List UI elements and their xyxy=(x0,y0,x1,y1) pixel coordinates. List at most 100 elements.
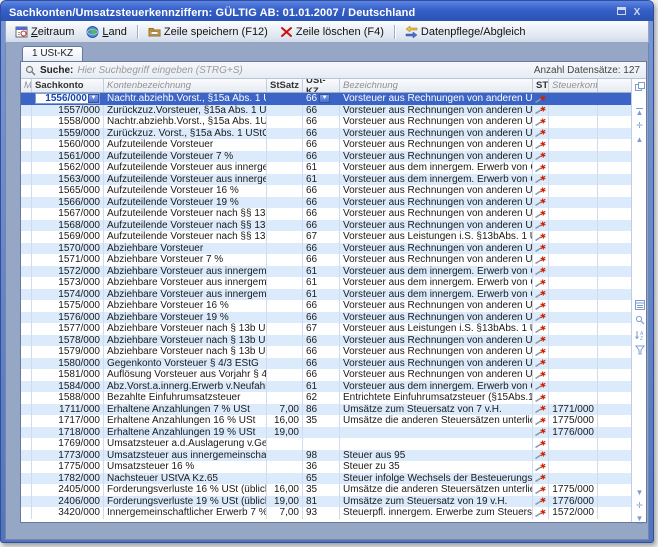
steuerkonto-cell[interactable] xyxy=(549,335,598,347)
sachkonto-cell[interactable]: 1568/000 xyxy=(32,220,104,232)
bezeichnung-cell[interactable]: Vorsteuer aus Rechnungen von anderen Unt… xyxy=(340,254,533,266)
table-row[interactable]: 1577/000Abziehbare Vorsteuer nach § 13b … xyxy=(21,323,631,335)
sachkonto-cell[interactable]: 1588/000 xyxy=(32,392,104,404)
sachkonto-cell[interactable]: 1558/000 xyxy=(32,116,104,128)
kontenbezeichnung-cell[interactable]: Abziehbare Vorsteuer aus innergemeinscha… xyxy=(104,289,267,301)
ustkz-cell[interactable]: 66 xyxy=(303,369,340,381)
ustkz-cell[interactable]: 66 xyxy=(303,151,340,163)
ustkz-cell[interactable]: 36 xyxy=(303,461,340,473)
bezeichnung-cell[interactable]: Vorsteuer aus Rechnungen von anderen Unt… xyxy=(340,116,533,128)
sort-icon[interactable]: AZ xyxy=(633,329,646,341)
sachkonto-cell[interactable]: 1556/000▼ xyxy=(32,93,104,105)
sachkonto-cell[interactable]: 1575/000 xyxy=(32,300,104,312)
steuerkonto-cell[interactable] xyxy=(549,277,598,289)
ustkz-cell[interactable]: 66 xyxy=(303,300,340,312)
sachkonto-cell[interactable]: 1718/000 xyxy=(32,427,104,439)
sachkonto-cell[interactable]: 1560/000 xyxy=(32,139,104,151)
table-row[interactable]: 1579/000Abziehbare Vorsteuer nach § 13b … xyxy=(21,346,631,358)
kontenbezeichnung-cell[interactable]: Abziehbare Vorsteuer aus innergemeinscha… xyxy=(104,277,267,289)
bezeichnung-cell[interactable]: Umsätze die anderen Steuersätzen unterli… xyxy=(340,415,533,427)
steuerkonto-cell[interactable] xyxy=(549,450,598,462)
table-row[interactable]: 1566/000Aufzuteilende Vorsteuer 19 %66Vo… xyxy=(21,197,631,209)
steuerkonto-cell[interactable] xyxy=(549,105,598,117)
kontenbezeichnung-cell[interactable]: Erhaltene Anzahlungen 7 % USt xyxy=(104,404,267,416)
ustkz-cell[interactable]: 62 xyxy=(303,392,340,404)
stsatz-cell[interactable] xyxy=(267,277,303,289)
bezeichnung-cell[interactable]: Steuer infolge Wechsels der Besteuerungs… xyxy=(340,473,533,485)
zeitraum-button[interactable]: Zeitraum xyxy=(10,25,79,39)
kontenbezeichnung-cell[interactable]: Zurückzuz. Vorst., §15a Abs. 1 UStG, unb… xyxy=(104,128,267,140)
stsatz-cell[interactable] xyxy=(267,105,303,117)
stsatz-cell[interactable] xyxy=(267,220,303,232)
stsatz-cell[interactable]: 16,00 xyxy=(267,484,303,496)
kontenbezeichnung-cell[interactable]: Aufzuteilende Vorsteuer 16 % xyxy=(104,185,267,197)
land-button[interactable]: Land xyxy=(81,25,131,39)
kontenbezeichnung-cell[interactable]: Forderungsverluste 16 % USt (übliche Höh… xyxy=(104,484,267,496)
ustkz-cell[interactable]: 35 xyxy=(303,415,340,427)
sachkonto-cell[interactable]: 1769/000 xyxy=(32,438,104,450)
bezeichnung-cell[interactable]: Vorsteuer aus Rechnungen von anderen Unt… xyxy=(340,197,533,209)
ustkz-cell[interactable]: 65 xyxy=(303,473,340,485)
bezeichnung-cell[interactable] xyxy=(340,427,533,439)
table-row[interactable]: 1769/000Umsatzsteuer a.d.Auslagerung v.G… xyxy=(21,438,631,450)
steuerkonto-cell[interactable] xyxy=(549,220,598,232)
kontenbezeichnung-cell[interactable]: Nachtr.abziehb.Vorst., §15a Abs. 1 UStG,… xyxy=(104,93,267,105)
stsatz-cell[interactable] xyxy=(267,254,303,266)
steuerkonto-cell[interactable]: 1775/000 xyxy=(549,484,598,496)
ustkz-cell[interactable]: 61 xyxy=(303,266,340,278)
sachkonto-cell[interactable]: 1717/000 xyxy=(32,415,104,427)
sachkonto-cell[interactable]: 1563/000 xyxy=(32,174,104,186)
bezeichnung-cell[interactable]: Umsätze die anderen Steuersätzen unterli… xyxy=(340,484,533,496)
bezeichnung-cell[interactable]: Vorsteuer aus dem innergem. Erwerb von G… xyxy=(340,277,533,289)
table-row[interactable]: 1588/000Bezahlte Einfuhrumsatzsteuer62En… xyxy=(21,392,631,404)
bezeichnung-cell[interactable]: Vorsteuer aus Rechnungen von anderen Unt… xyxy=(340,243,533,255)
steuerkonto-cell[interactable] xyxy=(549,208,598,220)
search-input[interactable]: Hier Suchbegriff eingeben (STRG+S) xyxy=(77,65,529,76)
ustkz-cell[interactable]: 66 xyxy=(303,312,340,324)
bezeichnung-cell[interactable]: Vorsteuer aus Rechnungen von anderen Unt… xyxy=(340,185,533,197)
kontenbezeichnung-cell[interactable]: Abziehbare Vorsteuer nach § 13b UStG 19 … xyxy=(104,323,267,335)
ustkz-cell[interactable]: 61 xyxy=(303,289,340,301)
stsatz-cell[interactable] xyxy=(267,231,303,243)
col-header-st[interactable]: ST xyxy=(533,79,549,92)
delete-row-button[interactable]: Zeile löschen (F4) xyxy=(275,25,389,39)
ustkz-cell[interactable]: 61 xyxy=(303,174,340,186)
table-row[interactable]: 1711/000Erhaltene Anzahlungen 7 % USt7,0… xyxy=(21,404,631,416)
steuerkonto-cell[interactable] xyxy=(549,300,598,312)
stsatz-cell[interactable] xyxy=(267,346,303,358)
kontenbezeichnung-cell[interactable]: Abziehbare Vorsteuer nach § 13b UStG xyxy=(104,335,267,347)
bezeichnung-cell[interactable]: Vorsteuer aus Rechnungen von anderen Unt… xyxy=(340,220,533,232)
sachkonto-cell[interactable]: 1559/000 xyxy=(32,128,104,140)
bezeichnung-cell[interactable]: Vorsteuer aus dem innergem. Erwerb von G… xyxy=(340,289,533,301)
steuerkonto-cell[interactable] xyxy=(549,358,598,370)
stsatz-cell[interactable] xyxy=(267,243,303,255)
kontenbezeichnung-cell[interactable]: Aufzuteilende Vorsteuer aus innergemeins… xyxy=(104,162,267,174)
table-row[interactable]: 1569/000Aufzuteilende Vorsteuer nach §§ … xyxy=(21,231,631,243)
ustkz-cell[interactable]: 66 xyxy=(303,243,340,255)
sachkonto-cell[interactable]: 1775/000 xyxy=(32,461,104,473)
stsatz-cell[interactable] xyxy=(267,473,303,485)
stsatz-cell[interactable] xyxy=(267,289,303,301)
steuerkonto-cell[interactable] xyxy=(549,93,598,105)
kontenbezeichnung-cell[interactable]: Abz.Vorst.a.innerg.Erwerb v.Neufahrz.v.L… xyxy=(104,381,267,393)
ustkz-cell[interactable]: 66▼ xyxy=(303,93,340,105)
steuerkonto-cell[interactable]: 1775/000 xyxy=(549,415,598,427)
save-row-button[interactable]: Zeile speichern (F12) xyxy=(143,25,273,39)
bezeichnung-cell[interactable]: Vorsteuer aus Rechnungen von anderen Unt… xyxy=(340,139,533,151)
filter-icon[interactable] xyxy=(633,344,646,356)
sachkonto-cell[interactable]: 1577/000 xyxy=(32,323,104,335)
table-row[interactable]: 1574/000Abziehbare Vorsteuer aus innerge… xyxy=(21,289,631,301)
sachkonto-cell[interactable]: 1572/000 xyxy=(32,266,104,278)
sachkonto-dropdown-icon[interactable]: ▼ xyxy=(88,94,99,103)
stsatz-cell[interactable]: 19,00 xyxy=(267,427,303,439)
stsatz-cell[interactable] xyxy=(267,335,303,347)
table-row[interactable]: 1576/000Abziehbare Vorsteuer 19 %66Vorst… xyxy=(21,312,631,324)
stsatz-cell[interactable] xyxy=(267,162,303,174)
kontenbezeichnung-cell[interactable]: Forderungsverluste 19 % USt (übliche Höh… xyxy=(104,496,267,508)
table-row[interactable]: 1575/000Abziehbare Vorsteuer 16 %66Vorst… xyxy=(21,300,631,312)
ustkz-cell[interactable]: 66 xyxy=(303,335,340,347)
stsatz-cell[interactable] xyxy=(267,208,303,220)
ustkz-cell[interactable]: 66 xyxy=(303,185,340,197)
form-view-icon[interactable] xyxy=(633,299,646,311)
steuerkonto-cell[interactable] xyxy=(549,197,598,209)
